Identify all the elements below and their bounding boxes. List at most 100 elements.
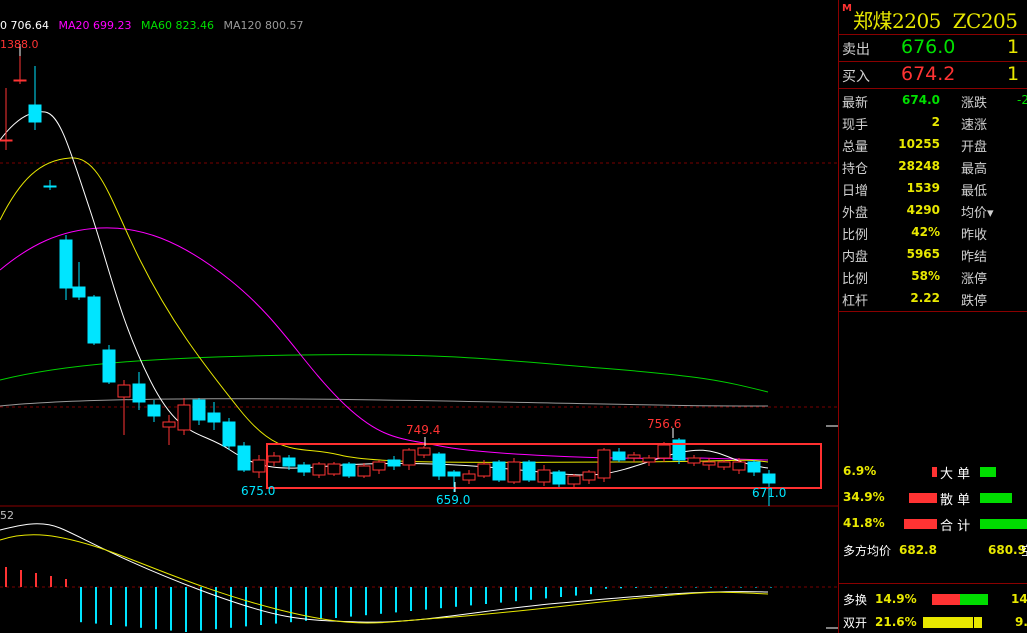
instrument-header[interactable]: M 郑煤2205 ZC205 (839, 0, 1027, 35)
instrument-title: 郑煤2205 ZC205 (853, 5, 1018, 34)
candle-body (462, 473, 476, 481)
bottom-pct: 14.9% (875, 592, 917, 606)
stat-row: 比例 42% 昨收 (839, 222, 1027, 244)
ask-label: 卖出 (842, 42, 870, 58)
candle-body (342, 463, 356, 477)
stat-row: 外盘 4290 均价▾ (839, 200, 1027, 222)
macd-dif-line (0, 523, 769, 623)
candle-body (657, 444, 671, 459)
candle-body (642, 457, 656, 463)
candle-body (222, 421, 236, 447)
stat-label-right: 涨跌 (961, 96, 988, 111)
candle-body (747, 461, 761, 473)
candle-body (717, 461, 731, 468)
candle-body (327, 463, 341, 475)
ma-legend: 0 706.64 MA20 699.23 MA60 823.46 MA120 8… (0, 19, 309, 32)
flow-row-large: 6.9% 大 单 (839, 461, 1027, 482)
candle-body (147, 404, 161, 417)
candle-body (477, 463, 491, 477)
stat-value-right: -24.4 (1017, 93, 1027, 107)
ask-price: 676.0 (901, 36, 956, 58)
stat-label-right: 昨收 (961, 228, 988, 243)
stat-value: 1539 (906, 181, 940, 195)
stat-label: 日增 (842, 184, 869, 199)
flow-bar-green (980, 467, 996, 477)
stat-row: 现手 2 速涨 (839, 112, 1027, 134)
stat-label: 比例 (842, 272, 869, 287)
stat-value: 28248 (898, 159, 940, 173)
market-marker: M (842, 3, 852, 14)
candle-body (237, 445, 251, 471)
stat-value: 10255 (898, 137, 940, 151)
bottom-pct: 21.6% (875, 615, 917, 629)
stat-label-right: 最低 (961, 184, 988, 199)
flow-label: 合 计 (940, 519, 971, 534)
stat-label: 现手 (842, 118, 869, 133)
candle-body (432, 453, 446, 477)
ma-legend-item: 0 706.64 (0, 19, 49, 32)
candle-body (597, 449, 611, 479)
flow-label: 散 单 (940, 493, 971, 508)
candle-body (522, 461, 536, 481)
stat-value: 674.0 (902, 93, 940, 107)
bottom-row-2: 双开 21.6% 9. (839, 612, 1027, 632)
stat-row: 杠杆 2.22 跌停 (839, 288, 1027, 310)
low-mark-3-label: 671.0 (752, 486, 786, 500)
stat-row: 内盘 5965 昨结 (839, 244, 1027, 266)
bottom-row-1: 多换 14.9% 14. (839, 589, 1027, 609)
candle-body (687, 457, 701, 464)
candle-body (43, 185, 57, 188)
flow-row-retail: 34.9% 散 单 (839, 487, 1027, 508)
candle-body (552, 471, 566, 485)
candle-body (0, 139, 13, 142)
bottom-right: 14. (1011, 592, 1027, 606)
candle-body (132, 383, 146, 403)
flow-pct: 41.8% (843, 516, 885, 530)
kline-chart[interactable]: 1388.0 749.4 756.6 675.0 659.0 671.0 52 (0, 0, 838, 633)
stat-label-right: 开盘 (961, 140, 988, 155)
bottom-bar-yellow (923, 617, 973, 628)
ma-legend-item: MA60 823.46 (140, 19, 214, 32)
candle-body (387, 459, 401, 467)
bid-volume: 1 (1007, 63, 1020, 85)
bid-price: 674.2 (901, 63, 956, 85)
candle-body (117, 384, 131, 398)
candle-body (267, 455, 281, 463)
stat-value: 2 (931, 115, 940, 129)
ma120-line (0, 398, 769, 407)
ma-legend-item: MA20 699.23 (58, 19, 132, 32)
avg-price-row: 多方均价 682.8 680.9 空 (839, 540, 1027, 560)
candle-body (177, 404, 191, 431)
candle-body (357, 465, 371, 477)
bottom-label: 双开 (843, 616, 868, 630)
bottom-bar-yellow-small (974, 617, 982, 628)
stat-value: 58% (911, 269, 940, 283)
candle-body (252, 459, 266, 473)
candle-body (72, 286, 86, 298)
candle-body (312, 463, 326, 476)
stat-row: 日增 1539 最低 (839, 178, 1027, 200)
instrument-name: 郑煤2205 (853, 9, 941, 33)
candle-body (762, 473, 776, 484)
high-mark-1-label: 749.4 (406, 423, 440, 437)
candle-body (207, 412, 221, 423)
candle-body (447, 471, 461, 477)
kline-chart-area[interactable]: 1388.0 749.4 756.6 675.0 659.0 671.0 52 … (0, 0, 838, 633)
candle-body (537, 469, 551, 483)
stat-label-right: 涨停 (961, 272, 988, 287)
low-mark-1-label: 675.0 (241, 484, 275, 498)
candle-body (13, 79, 27, 82)
candle-body (162, 421, 176, 428)
stat-value: 2.22 (910, 291, 940, 305)
bottom-label: 多换 (843, 593, 868, 607)
stat-label-right: 昨结 (961, 250, 988, 265)
flow-pct: 6.9% (843, 464, 877, 478)
candle-body (417, 447, 431, 456)
stat-label-right: 跌停 (961, 294, 988, 309)
ask-volume: 1 (1007, 36, 1020, 58)
stat-label-right: 速涨 (961, 118, 988, 133)
flow-row-total: 41.8% 合 计 (839, 513, 1027, 534)
quote-panel: M 郑煤2205 ZC205 卖出 676.0 1 买入 674.2 1 最新 6… (838, 0, 1027, 633)
avg-price-label: 多方均价 (843, 544, 892, 558)
stat-label: 最新 (842, 96, 869, 111)
